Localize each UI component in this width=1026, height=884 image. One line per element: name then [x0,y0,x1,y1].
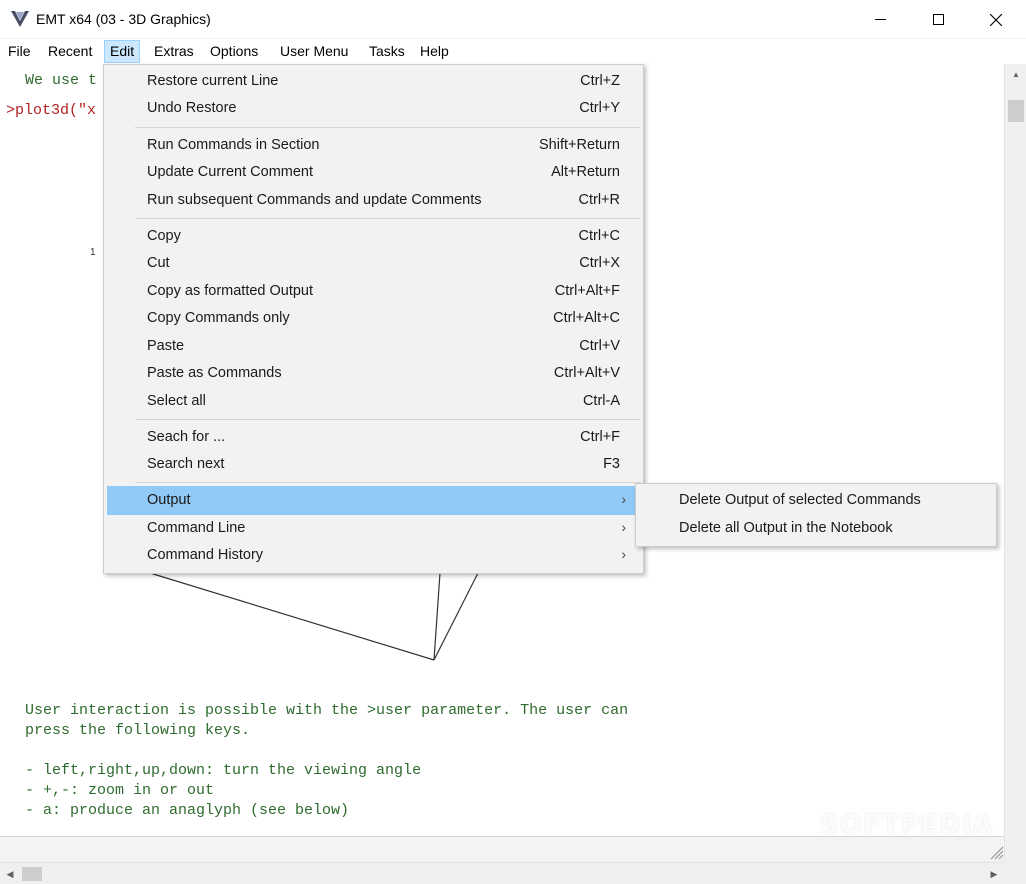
vertical-scrollbar[interactable]: ▲ [1004,64,1026,862]
menu-item-shortcut: Ctrl+Alt+F [554,283,620,299]
menu-separator [135,419,640,420]
menu-item-paste-as-commands[interactable]: Paste as Commands Ctrl+Alt+V [107,360,640,387]
menu-item-label: Command Line [147,520,246,536]
menu-item-shortcut: Ctrl+Alt+C [553,310,620,326]
minimize-icon [874,19,886,20]
comment-line[interactable]: User interaction is possible with the >u… [25,702,628,719]
menu-item-shortcut: Ctrl+R [578,192,621,208]
menu-item-update-current-comment[interactable]: Update Current Comment Alt+Return [107,159,640,186]
menu-item-search-next[interactable]: Search next F3 [107,451,640,478]
menu-item-undo-restore[interactable]: Undo Restore Ctrl+Y [107,95,640,122]
menu-item-label: Cut [147,255,170,271]
menu-item-copy-commands-only[interactable]: Copy Commands only Ctrl+Alt+C [107,305,640,332]
menu-bar: File Recent Edit Extras Options User Men… [0,39,1026,64]
menu-help[interactable]: Help [414,40,455,63]
menu-separator [135,127,640,128]
menu-item-shortcut: Ctrl+V [579,338,620,354]
menu-edit[interactable]: Edit [104,40,141,63]
menu-item-shortcut: Alt+Return [551,164,620,180]
chevron-right-icon: › [621,491,626,507]
chevron-right-icon: › [621,519,626,535]
scroll-up-arrow-icon[interactable]: ▲ [1005,64,1026,84]
window-title: EMT x64 (03 - 3D Graphics) [36,11,211,27]
menu-item-label: Output [147,492,191,508]
comment-line[interactable]: press the following keys. [25,722,250,739]
menu-item-label: Update Current Comment [147,164,314,180]
menu-item-label: Run subsequent Commands and update Comme… [147,192,482,208]
plot-edge [433,572,479,661]
menu-item-paste[interactable]: Paste Ctrl+V [107,333,640,360]
edit-menu-dropdown: Restore current Line Ctrl+Z Undo Restore… [103,64,644,574]
menu-item-label: Select all [147,393,206,409]
menu-item-restore-current-line[interactable]: Restore current Line Ctrl+Z [107,68,640,95]
menu-user-menu[interactable]: User Menu [274,40,354,63]
menu-item-label: Paste as Commands [147,365,282,381]
plot-edge [149,572,435,661]
menu-item-delete-all-output[interactable]: Delete all Output in the Notebook [639,515,993,542]
comment-line[interactable]: - left,right,up,down: turn the viewing a… [25,762,421,779]
menu-extras[interactable]: Extras [148,40,200,63]
menu-item-label: Search next [147,456,225,472]
menu-tasks[interactable]: Tasks [363,40,411,63]
menu-item-label: Delete all Output in the Notebook [679,520,893,536]
menu-item-label: Run Commands in Section [147,137,320,153]
title-bar: EMT x64 (03 - 3D Graphics) [0,0,1026,39]
menu-item-output[interactable]: Output › [107,486,640,515]
softpedia-watermark: SOFTPEDIA [820,810,994,840]
menu-item-shortcut: Shift+Return [538,137,620,153]
menu-item-run-commands-in-section[interactable]: Run Commands in Section Shift+Return [107,132,640,159]
menu-item-shortcut: Ctrl+Z [580,73,620,89]
menu-item-shortcut: F3 [603,456,620,472]
horizontal-scrollbar[interactable]: ◀ ▶ [0,862,1004,884]
menu-item-shortcut: Ctrl+Alt+V [553,365,620,381]
output-submenu: Delete Output of selected Commands Delet… [635,483,997,547]
minimize-button[interactable] [851,0,909,39]
menu-item-label: Copy Commands only [147,310,290,326]
maximize-button[interactable] [909,0,967,39]
menu-item-label: Restore current Line [147,73,279,89]
menu-item-label: Seach for ... [147,429,226,445]
horizontal-scroll-thumb[interactable] [22,867,42,881]
menu-item-shortcut: Ctrl+C [578,228,621,244]
menu-item-shortcut: Ctrl+Y [579,100,620,116]
menu-file[interactable]: File [2,40,37,63]
menu-separator [135,482,640,483]
resize-grip-icon[interactable] [986,842,1004,860]
chevron-right-icon: › [621,546,626,562]
menu-item-label: Delete Output of selected Commands [679,492,921,508]
menu-options[interactable]: Options [204,40,264,63]
menu-item-shortcut: Ctrl-A [582,393,620,409]
comment-line[interactable]: - +,-: zoom in or out [25,782,214,799]
menu-item-label: Copy as formatted Output [147,283,314,299]
scroll-right-arrow-icon[interactable]: ▶ [984,863,1004,884]
menu-item-delete-output-selected[interactable]: Delete Output of selected Commands [639,487,993,514]
close-button[interactable] [967,0,1025,39]
menu-item-label: Paste [147,338,185,354]
vertical-scroll-thumb[interactable] [1008,100,1024,122]
plot-edge [433,572,441,661]
close-icon [990,13,1002,26]
scrollbar-corner [1004,862,1026,884]
menu-separator [135,218,640,219]
menu-item-cut[interactable]: Cut Ctrl+X [107,250,640,277]
menu-item-search-for[interactable]: Seach for ... Ctrl+F [107,424,640,451]
menu-item-copy[interactable]: Copy Ctrl+C [107,223,640,250]
menu-item-command-line[interactable]: Command Line › [107,515,640,542]
menu-item-label: Undo Restore [147,100,237,116]
menu-item-label: Copy [147,228,181,244]
comment-line[interactable]: - a: produce an anaglyph (see below) [25,802,349,819]
scroll-left-arrow-icon[interactable]: ◀ [0,863,20,884]
maximize-icon [932,14,944,25]
menu-item-label: Command History [147,547,264,563]
menu-item-shortcut: Ctrl+F [580,429,620,445]
menu-recent[interactable]: Recent [42,40,98,63]
menu-item-shortcut: Ctrl+X [579,255,620,271]
emt-app-icon [9,8,31,30]
menu-item-command-history[interactable]: Command History › [107,542,640,569]
menu-item-copy-formatted-output[interactable]: Copy as formatted Output Ctrl+Alt+F [107,278,640,305]
menu-item-select-all[interactable]: Select all Ctrl-A [107,388,640,415]
menu-item-run-subsequent-commands[interactable]: Run subsequent Commands and update Comme… [107,187,640,214]
